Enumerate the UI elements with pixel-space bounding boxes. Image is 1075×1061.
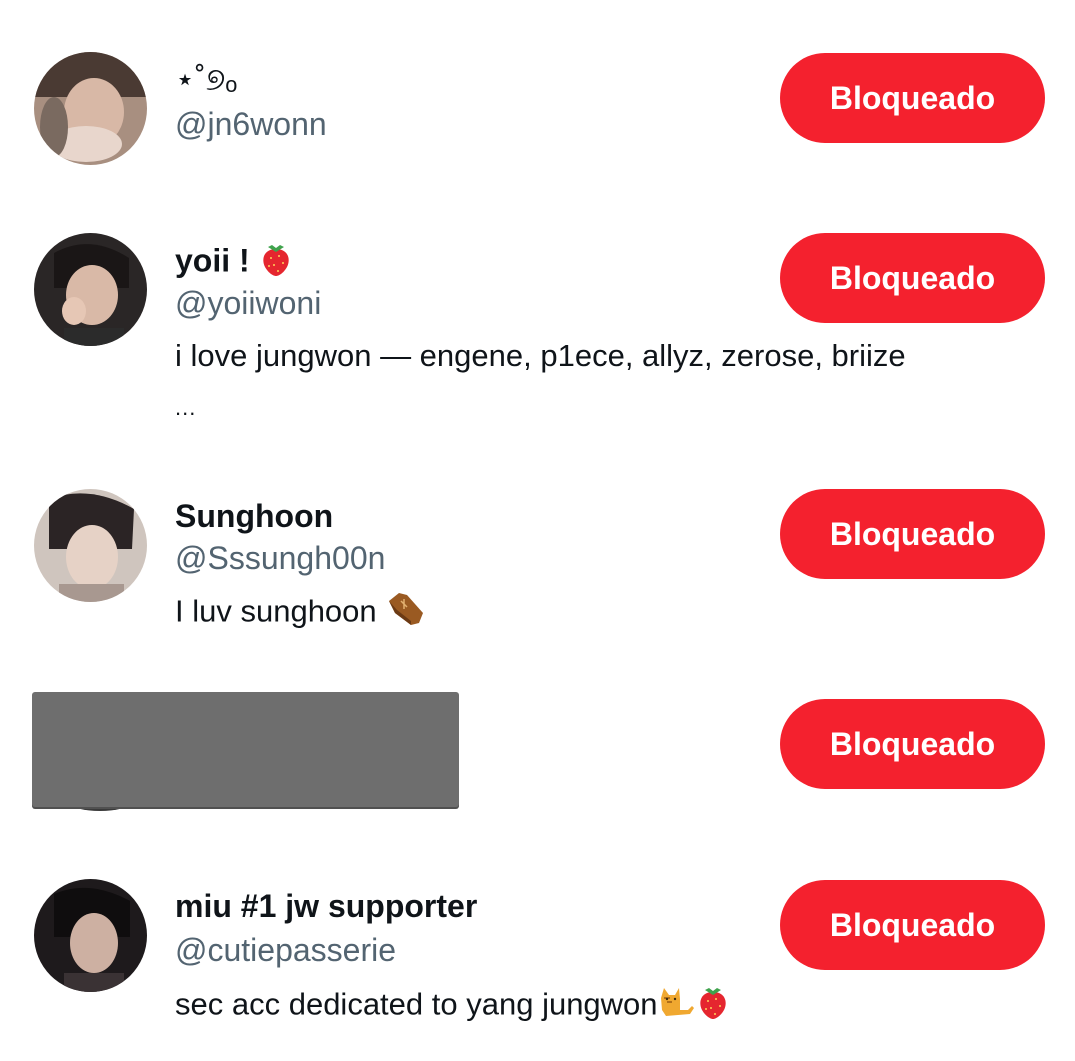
user-handle: @Sssungh00n xyxy=(175,540,386,576)
avatar[interactable] xyxy=(34,52,147,165)
strawberry-emoji-icon xyxy=(259,241,293,285)
display-name: yoii ! xyxy=(175,241,293,285)
avatar[interactable] xyxy=(34,879,147,992)
avatar-photo xyxy=(34,879,147,992)
user-row[interactable]: Sunghoon @Sssungh00n I luv sunghoon Bloq… xyxy=(0,460,1075,670)
cat-emoji-icon xyxy=(658,984,696,1029)
bio-more-ellipsis: ... xyxy=(175,395,197,420)
user-bio-text: I luv sunghoon xyxy=(175,593,377,629)
avatar-photo xyxy=(34,52,147,165)
display-name-text: yoii ! xyxy=(175,242,250,279)
display-name: miu #1 jw supporter xyxy=(175,888,478,924)
blocked-button[interactable]: Bloqueado xyxy=(780,880,1045,970)
avatar-photo xyxy=(34,233,147,346)
user-handle: @jn6wonn xyxy=(175,106,327,142)
user-handle: @yoiiwoni xyxy=(175,285,322,321)
user-handle: @cutiepasserie xyxy=(175,932,397,968)
user-row[interactable]: miu #1 jw supporter @cutiepasserie sec a… xyxy=(0,850,1075,1061)
user-bio: sec acc dedicated to yang jungwon xyxy=(175,984,730,1029)
user-bio: I luv sunghoon xyxy=(175,591,425,636)
blocked-button[interactable]: Bloqueado xyxy=(780,489,1045,579)
blocked-button[interactable]: Bloqueado xyxy=(780,53,1045,143)
coffin-emoji-icon xyxy=(385,591,425,636)
avatar-photo xyxy=(34,489,147,602)
display-name: ⋆˚୭ₒ xyxy=(175,61,238,97)
display-name: Sunghoon xyxy=(175,498,334,534)
redaction-block xyxy=(32,692,459,807)
blocked-button[interactable]: Bloqueado xyxy=(780,699,1045,789)
user-row[interactable]: yoii ! @yoiiwoni i love jungwon — engene… xyxy=(0,200,1075,460)
avatar[interactable] xyxy=(34,489,147,602)
user-row[interactable]: ⋆˚୭ₒ @jn6wonn Bloqueado xyxy=(0,0,1075,200)
user-bio-text: sec acc dedicated to yang jungwon xyxy=(175,986,658,1022)
blocked-button[interactable]: Bloqueado xyxy=(780,233,1045,323)
strawberry-emoji-icon xyxy=(696,984,730,1029)
user-bio: i love jungwon — engene, p1ece, allyz, z… xyxy=(175,338,906,373)
avatar[interactable] xyxy=(34,233,147,346)
